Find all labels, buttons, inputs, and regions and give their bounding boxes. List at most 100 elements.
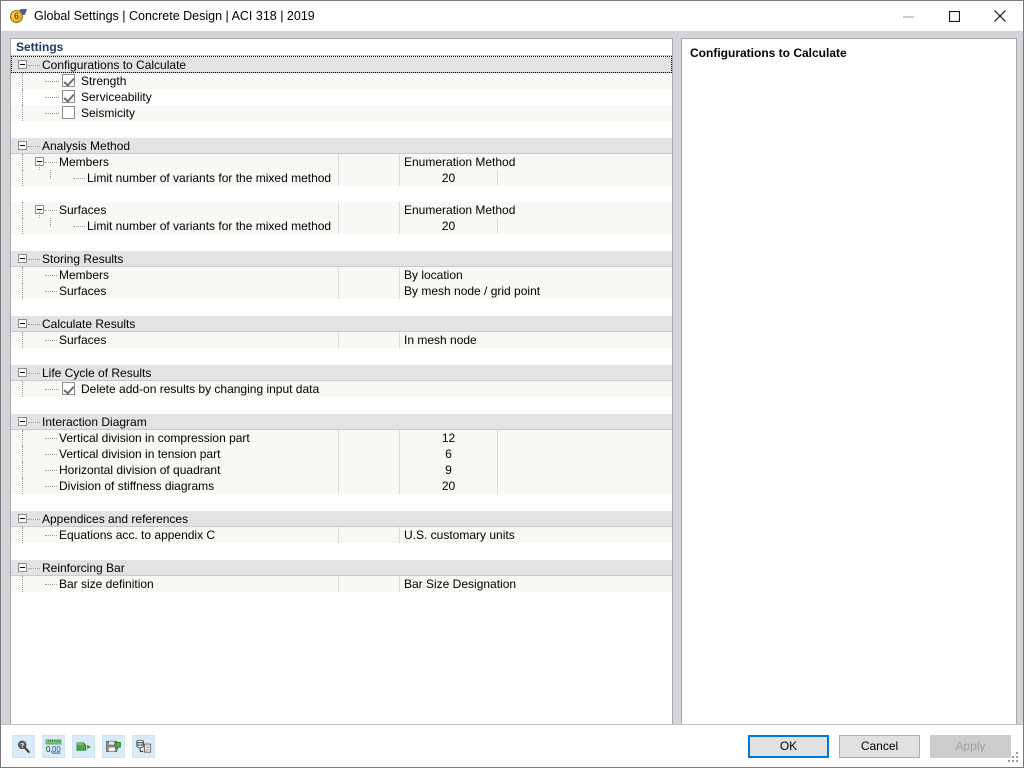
unit-cell (497, 430, 672, 446)
value-cell[interactable]: 20 (399, 218, 497, 234)
tree-connector (45, 97, 59, 99)
tree-connector (45, 454, 57, 456)
setting-label-cell: Vertical division in tension part (11, 446, 338, 462)
copy-report-icon[interactable] (132, 734, 155, 758)
save-settings-icon[interactable] (102, 734, 125, 758)
collapse-icon[interactable] (18, 141, 27, 150)
value-cell[interactable]: By location (399, 267, 672, 283)
checkbox[interactable] (62, 382, 75, 395)
resize-grip[interactable] (1008, 752, 1020, 764)
collapse-icon[interactable] (18, 368, 27, 377)
setting-row[interactable]: Surfaces Enumeration Method (11, 202, 672, 218)
collapse-icon[interactable] (18, 563, 27, 572)
symbol-cell (338, 267, 399, 283)
checkbox[interactable] (62, 106, 75, 119)
setting-label: Strength (81, 74, 127, 88)
setting-row[interactable]: Members By location (11, 267, 672, 283)
window-title: Global Settings | Concrete Design | ACI … (34, 9, 315, 23)
setting-label-cell: Surfaces (11, 202, 338, 218)
search-info-icon[interactable]: ? (12, 734, 35, 758)
checkbox[interactable] (62, 90, 75, 103)
group-row-analysis-method[interactable]: Analysis Method (11, 137, 672, 154)
dialog-body: Settings Configurations to Calculate Stre… (1, 32, 1023, 750)
collapse-icon[interactable] (18, 417, 27, 426)
setting-row[interactable]: Serviceability (11, 89, 672, 105)
units-decimals-icon[interactable]: 0, 00 (42, 734, 65, 758)
footer-toolbar: ? 0, 00 (12, 734, 155, 758)
value-cell[interactable]: In mesh node (399, 332, 672, 348)
tree-connector (73, 226, 85, 228)
import-settings-icon[interactable] (72, 734, 95, 758)
collapse-icon[interactable] (18, 254, 27, 263)
setting-label-cell: Bar size definition (11, 576, 338, 592)
setting-label-cell: Equations acc. to appendix C (11, 527, 338, 543)
setting-label: Vertical division in tension part (59, 447, 221, 461)
group-row-calculate-results[interactable]: Calculate Results (11, 315, 672, 332)
setting-label-cell: Horizontal division of quadrant (11, 462, 338, 478)
setting-label-cell: Delete add-on results by changing input … (11, 381, 338, 397)
group-row-configurations-to-calculate[interactable]: Configurations to Calculate (11, 56, 672, 73)
setting-label: Serviceability (81, 90, 152, 104)
setting-row[interactable]: Horizontal division of quadrant 9 (11, 462, 672, 478)
collapse-icon[interactable] (18, 514, 27, 523)
info-panel-title: Configurations to Calculate (690, 46, 847, 60)
setting-row[interactable]: Limit number of variants for the mixed m… (11, 170, 672, 186)
setting-row[interactable]: Members Enumeration Method (11, 154, 672, 170)
setting-row[interactable]: Equations acc. to appendix C U.S. customa… (11, 527, 672, 543)
checkbox[interactable] (62, 74, 75, 87)
group-row-interaction-diagram[interactable]: Interaction Diagram (11, 413, 672, 430)
cancel-button[interactable]: Cancel (839, 734, 920, 758)
value-cell[interactable]: Bar Size Designation (399, 576, 672, 592)
setting-label-cell: Vertical division in compression part (11, 430, 338, 446)
tree-connector (45, 81, 59, 83)
unit-cell (497, 218, 672, 234)
value-cell[interactable]: 9 (399, 462, 497, 478)
group-row-appendices-and-references[interactable]: Appendices and references (11, 510, 672, 527)
setting-row[interactable]: Vertical division in compression part 12 (11, 430, 672, 446)
symbol-cell (338, 202, 399, 218)
app-icon (9, 7, 28, 25)
tree-connector (45, 389, 59, 391)
tree-connector (28, 259, 40, 261)
setting-row[interactable]: Surfaces By mesh node / grid point (11, 283, 672, 299)
ok-button[interactable]: OK (748, 734, 829, 758)
settings-tree[interactable]: Configurations to Calculate Strength Servi… (11, 56, 672, 592)
setting-row[interactable]: Bar size definition Bar Size Designation (11, 576, 672, 592)
symbol-cell (338, 332, 399, 348)
collapse-icon[interactable] (18, 319, 27, 328)
group-row-storing-results[interactable]: Storing Results (11, 250, 672, 267)
setting-label: Division of stiffness diagrams (59, 479, 215, 493)
tree-connector (28, 146, 40, 148)
value-cell[interactable]: 20 (399, 170, 497, 186)
collapse-icon[interactable] (18, 60, 27, 69)
group-row-reinforcing-bar[interactable]: Reinforcing Bar (11, 559, 672, 576)
value-cell[interactable]: Enumeration Method (399, 202, 672, 218)
setting-label: Delete add-on results by changing input … (81, 382, 320, 396)
setting-label-cell: Members (11, 267, 338, 283)
setting-label-cell: Limit number of variants for the mixed m… (11, 170, 338, 186)
setting-label-cell: Division of stiffness diagrams (11, 478, 338, 494)
tree-connector (45, 438, 57, 440)
value-cell[interactable]: 12 (399, 430, 497, 446)
value-cell[interactable]: Enumeration Method (399, 154, 672, 170)
tree-spine (50, 170, 52, 179)
value-cell[interactable]: By mesh node / grid point (399, 283, 672, 299)
setting-row[interactable]: Vertical division in tension part 6 (11, 446, 672, 462)
value-cell[interactable]: U.S. customary units (399, 527, 672, 543)
value-cell[interactable]: 6 (399, 446, 497, 462)
setting-label: Vertical division in compression part (59, 431, 250, 445)
close-button[interactable] (977, 1, 1023, 31)
group-row-life-cycle-of-results[interactable]: Life Cycle of Results (11, 364, 672, 381)
value-cell[interactable]: 20 (399, 478, 497, 494)
tree-connector (28, 422, 40, 424)
setting-row[interactable]: Surfaces In mesh node (11, 332, 672, 348)
maximize-button[interactable] (931, 1, 977, 31)
setting-row[interactable]: Seismicity (11, 105, 672, 121)
minimize-button[interactable] (885, 1, 931, 31)
setting-row[interactable]: Strength (11, 73, 672, 89)
group-title: Storing Results (42, 251, 124, 266)
settings-panel-header: Settings (11, 39, 672, 56)
setting-row[interactable]: Division of stiffness diagrams 20 (11, 478, 672, 494)
setting-row[interactable]: Limit number of variants for the mixed m… (11, 218, 672, 234)
setting-row[interactable]: Delete add-on results by changing input … (11, 381, 672, 397)
